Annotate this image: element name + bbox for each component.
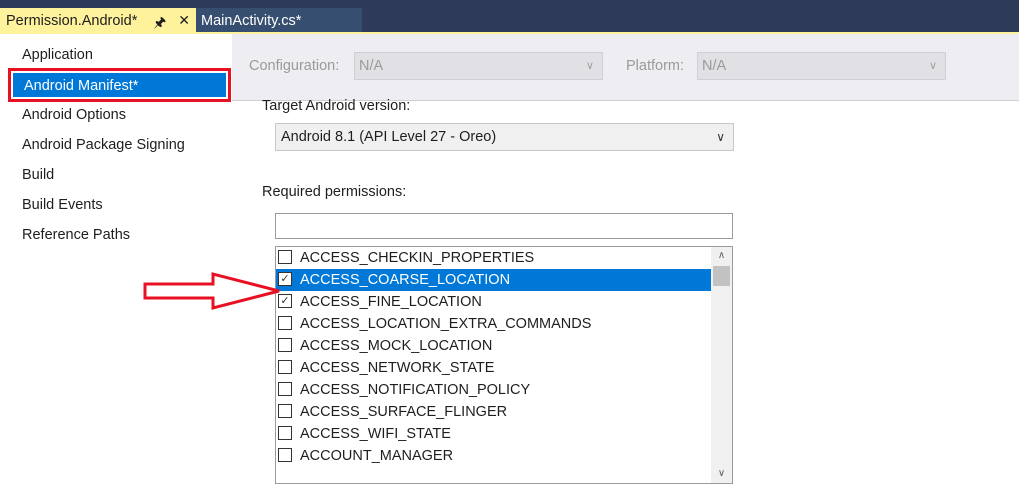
permission-checkbox[interactable]: [278, 426, 292, 440]
tab-label: Permission.Android*: [6, 13, 138, 29]
permission-row[interactable]: ✓ ACCESS_COARSE_LOCATION: [276, 269, 711, 291]
sidebar-item-build-events[interactable]: Build Events: [22, 193, 103, 217]
permission-checkbox[interactable]: [278, 448, 292, 462]
target-android-version-value: Android 8.1 (API Level 27 - Oreo): [281, 129, 497, 145]
sidebar-item-reference-paths[interactable]: Reference Paths: [22, 223, 130, 247]
platform-label: Platform:: [626, 58, 685, 74]
permission-name: ACCESS_WIFI_STATE: [300, 426, 451, 442]
annotation-arrow-icon: [143, 272, 280, 310]
permission-name: ACCESS_NETWORK_STATE: [300, 360, 495, 376]
chevron-down-icon: ∨: [585, 60, 594, 72]
target-android-version-select[interactable]: Android 8.1 (API Level 27 - Oreo) ∨: [275, 123, 734, 151]
permission-row[interactable]: ACCESS_LOCATION_EXTRA_COMMANDS: [276, 313, 711, 335]
tab-mainactivity[interactable]: MainActivity.cs*: [196, 8, 362, 34]
vertical-scrollbar[interactable]: ∧ ∨: [711, 247, 732, 483]
permission-name: ACCESS_COARSE_LOCATION: [300, 272, 511, 288]
scroll-down-icon[interactable]: ∨: [711, 465, 732, 483]
permission-checkbox[interactable]: [278, 382, 292, 396]
permission-row[interactable]: ACCESS_WIFI_STATE: [276, 423, 711, 445]
properties-main-panel: Configuration: N/A ∨ Platform: N/A ∨ Tar…: [232, 34, 1019, 484]
configuration-select[interactable]: N/A ∨: [354, 52, 603, 80]
configuration-bar: Configuration: N/A ∨ Platform: N/A ∨: [232, 34, 1019, 100]
platform-value: N/A: [702, 58, 727, 74]
android-manifest-page: Target Android version: Android 8.1 (API…: [232, 98, 1019, 484]
permission-name: ACCESS_MOCK_LOCATION: [300, 338, 493, 354]
permission-name: ACCESS_LOCATION_EXTRA_COMMANDS: [300, 316, 592, 332]
chevron-down-icon: ∨: [716, 130, 725, 144]
sidebar-item-android-package-signing[interactable]: Android Package Signing: [22, 133, 185, 157]
permission-checkbox[interactable]: [278, 316, 292, 330]
sidebar-item-android-options[interactable]: Android Options: [22, 103, 126, 127]
permission-checkbox[interactable]: [278, 360, 292, 374]
sidebar-item-application[interactable]: Application: [22, 43, 93, 67]
sidebar-item-build[interactable]: Build: [22, 163, 54, 187]
configuration-value: N/A: [359, 58, 384, 74]
project-properties-sidebar: Application Android Manifest* Android Op…: [0, 34, 232, 484]
permissions-filter-input[interactable]: [275, 213, 733, 239]
document-tab-bar: Permission.Android* 🖈︎ ✕ MainActivity.cs…: [0, 0, 1019, 34]
permission-row[interactable]: ACCESS_SURFACE_FLINGER: [276, 401, 711, 423]
permission-row[interactable]: ACCESS_NETWORK_STATE: [276, 357, 711, 379]
permission-checkbox[interactable]: [278, 404, 292, 418]
permission-checkbox[interactable]: [278, 338, 292, 352]
chevron-down-icon: ∨: [928, 60, 937, 72]
permission-name: ACCESS_SURFACE_FLINGER: [300, 404, 508, 420]
permission-name: ACCESS_FINE_LOCATION: [300, 294, 482, 310]
target-android-version-label: Target Android version:: [262, 98, 411, 114]
tab-label: MainActivity.cs*: [201, 13, 302, 29]
tab-permission-android[interactable]: Permission.Android* 🖈︎ ✕: [0, 8, 196, 34]
permission-name: ACCESS_CHECKIN_PROPERTIES: [300, 250, 535, 266]
permission-row[interactable]: ACCESS_NOTIFICATION_POLICY: [276, 379, 711, 401]
configuration-label: Configuration:: [249, 58, 340, 74]
permissions-list[interactable]: ACCOUNT_MANAGER ACCESS_WIFI_STATE ACCESS_S…: [275, 246, 733, 484]
platform-select[interactable]: N/A ∨: [697, 52, 946, 80]
permission-row[interactable]: ✓ ACCESS_FINE_LOCATION: [276, 291, 711, 313]
permission-checkbox[interactable]: [278, 250, 292, 264]
required-permissions-label: Required permissions:: [262, 184, 407, 200]
permission-row[interactable]: ACCESS_MOCK_LOCATION: [276, 335, 711, 357]
scroll-up-icon[interactable]: ∧: [711, 247, 732, 265]
sidebar-item-android-manifest[interactable]: Android Manifest*: [13, 73, 226, 97]
permission-row[interactable]: ACCESS_CHECKIN_PROPERTIES: [276, 247, 711, 269]
permission-name: ACCOUNT_MANAGER: [300, 448, 454, 464]
sidebar-item-label: Android Manifest*: [24, 78, 139, 94]
annotation-highlight-box: Android Manifest*: [8, 68, 231, 102]
permission-row[interactable]: ACCOUNT_MANAGER: [276, 445, 711, 467]
permission-name: ACCESS_NOTIFICATION_POLICY: [300, 382, 531, 398]
scrollbar-thumb[interactable]: [713, 266, 730, 286]
